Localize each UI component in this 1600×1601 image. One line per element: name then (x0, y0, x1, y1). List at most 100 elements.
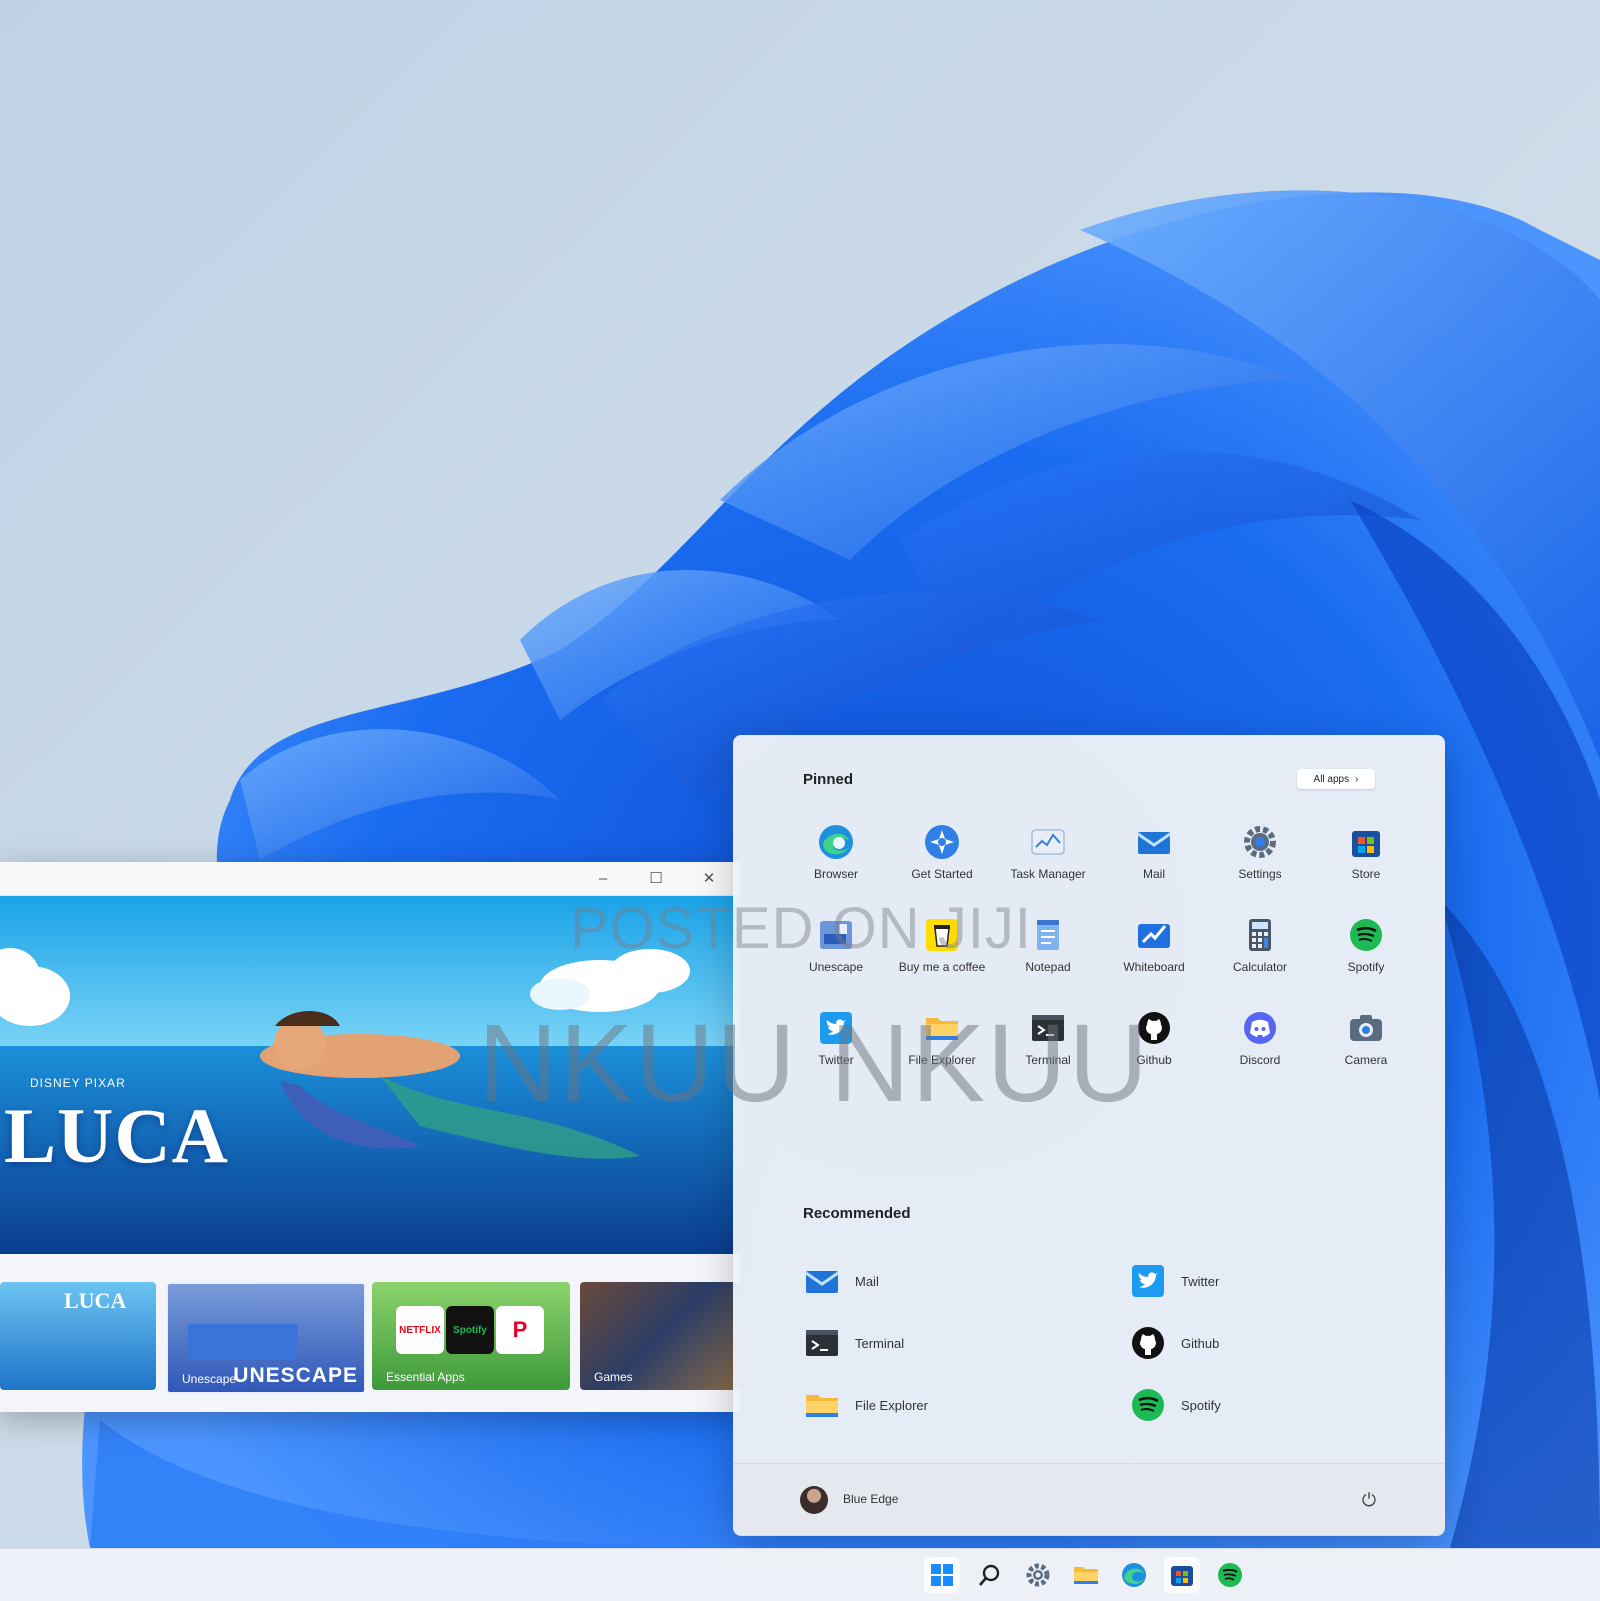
file-explorer-icon (803, 1386, 841, 1424)
pinned-app-mail[interactable]: Mail (1101, 823, 1207, 903)
terminal-icon (803, 1324, 841, 1362)
pinned-app-label: Store (1351, 867, 1381, 881)
hero-edge-text: e (2, 954, 13, 974)
github-icon (1129, 1324, 1167, 1362)
maximize-button[interactable]: ☐ (645, 868, 667, 890)
watermark-line-2: NKUU NKUU (478, 1002, 1150, 1125)
mail-icon (803, 1262, 841, 1300)
get-started-icon (923, 823, 961, 861)
chevron-right-icon: › (1355, 773, 1359, 785)
recommended-item-terminal[interactable]: Terminal (803, 1322, 904, 1364)
edge-icon (1122, 1563, 1146, 1587)
pinned-app-get-started[interactable]: Get Started (889, 823, 995, 903)
recommended-item-twitter[interactable]: Twitter (1129, 1260, 1219, 1302)
pinned-app-label: Spotify (1347, 960, 1385, 974)
whiteboard-icon (1135, 916, 1173, 954)
pinned-app-calculator[interactable]: Calculator (1207, 916, 1313, 996)
close-button[interactable]: ✕ (698, 868, 720, 890)
start-icon (931, 1564, 953, 1586)
spotify-icon (1347, 916, 1385, 954)
pinned-app-label: Whiteboard (1123, 960, 1185, 974)
discord-icon (1241, 1009, 1279, 1047)
card-luca[interactable]: LUCA (0, 1282, 156, 1390)
card-unescape-big-label: UNESCAPE (233, 1364, 358, 1387)
all-apps-label: All apps (1313, 773, 1350, 785)
pinned-app-label: Discord (1239, 1053, 1281, 1067)
card-unescape[interactable]: Unescape UNESCAPE (166, 1282, 366, 1394)
taskbar-settings-button[interactable] (1020, 1557, 1056, 1593)
minimize-button[interactable]: – (592, 868, 614, 890)
pinned-app-label: Get Started (911, 867, 973, 881)
pinned-app-spotify[interactable]: Spotify (1313, 916, 1419, 996)
hero-title: LUCA (4, 1092, 230, 1179)
file-explorer-icon (1074, 1567, 1098, 1584)
taskbar-store-button[interactable] (1164, 1557, 1200, 1593)
recommended-item-spotify[interactable]: Spotify (1129, 1384, 1221, 1426)
edge-icon (817, 823, 855, 861)
camera-icon (1347, 1009, 1385, 1047)
settings-icon (1026, 1563, 1050, 1587)
recommended-item-github[interactable]: Github (1129, 1322, 1219, 1364)
pinned-app-store[interactable]: Store (1313, 823, 1419, 903)
task-manager-icon (1029, 823, 1067, 861)
card-essential-apps-label: Essential Apps (386, 1370, 465, 1384)
avatar[interactable] (800, 1486, 828, 1514)
pinned-app-discord[interactable]: Discord (1207, 1009, 1313, 1089)
pinned-app-label: Calculator (1232, 960, 1288, 974)
pinned-app-task-manager[interactable]: Task Manager (995, 823, 1101, 903)
pinned-app-label: Mail (1142, 867, 1165, 881)
card-unescape-label: Unescape (182, 1372, 237, 1386)
store-card-row: LUCA Unescape UNESCAPE NETFLIX Spotify P… (0, 1282, 740, 1394)
start-menu: Pinned All apps › Browser Get Started Ta… (733, 735, 1445, 1536)
pinned-app-camera[interactable]: Camera (1313, 1009, 1419, 1089)
recommended-item-label: Spotify (1181, 1397, 1221, 1413)
recommended-item-label: File Explorer (855, 1397, 928, 1413)
pinned-app-label: Buy me a coffee (898, 960, 986, 974)
all-apps-button[interactable]: All apps › (1297, 769, 1375, 789)
recommended-item-mail[interactable]: Mail (803, 1260, 879, 1302)
taskbar (0, 1548, 1600, 1601)
recommended-heading: Recommended (803, 1205, 911, 1222)
pinned-app-settings[interactable]: Settings (1207, 823, 1313, 903)
search-icon (979, 1564, 1000, 1586)
calculator-icon (1241, 916, 1279, 954)
store-icon (1171, 1566, 1193, 1586)
pinned-app-browser[interactable]: Browser (783, 823, 889, 903)
settings-icon (1241, 823, 1279, 861)
spotify-logo: Spotify (446, 1306, 494, 1354)
card-games[interactable]: Games (580, 1282, 740, 1390)
power-button[interactable]: ⏻ (1355, 1486, 1383, 1514)
user-name[interactable]: Blue Edge (843, 1492, 898, 1506)
spotify-icon (1218, 1563, 1242, 1587)
pinned-app-whiteboard[interactable]: Whiteboard (1101, 916, 1207, 996)
taskbar-spotify-button[interactable] (1212, 1557, 1248, 1593)
pinterest-logo: P (496, 1306, 544, 1354)
recommended-item-label: Mail (855, 1273, 879, 1289)
start-menu-footer: Blue Edge ⏻ (733, 1463, 1445, 1536)
recommended-item-label: Github (1181, 1335, 1220, 1351)
pinned-app-label: Unescape (808, 960, 864, 974)
recommended-item-label: Terminal (855, 1335, 905, 1351)
pinned-app-label: Settings (1238, 867, 1282, 881)
recommended-item-label: Twitter (1181, 1273, 1220, 1289)
taskbar-search-button[interactable] (972, 1557, 1008, 1593)
taskbar-edge-button[interactable] (1116, 1557, 1152, 1593)
taskbar-start-button[interactable] (924, 1557, 960, 1593)
card-essential-apps[interactable]: NETFLIX Spotify P Essential Apps (372, 1282, 570, 1390)
pinned-heading: Pinned (803, 771, 854, 788)
card-luca-logo: LUCA (64, 1288, 127, 1313)
pinned-app-label: Notepad (1025, 960, 1071, 974)
spotify-icon (1129, 1386, 1167, 1424)
pinned-app-label: Browser (813, 867, 858, 881)
store-titlebar[interactable]: – ☐ ✕ (0, 862, 740, 896)
hero-subtitle: DISNEY PIXAR (30, 1076, 126, 1090)
store-icon (1347, 823, 1385, 861)
power-icon: ⏻ (1361, 1490, 1377, 1510)
mail-icon (1135, 823, 1173, 861)
unescape-bed-art (188, 1324, 298, 1360)
pinned-app-label: Camera (1344, 1053, 1388, 1067)
notepad-icon (1029, 916, 1067, 954)
taskbar-file-explorer-button[interactable] (1068, 1557, 1104, 1593)
watermark-line-1: POSTED ON JIJI (570, 896, 1032, 961)
recommended-item-file-explorer[interactable]: File Explorer (803, 1384, 928, 1426)
